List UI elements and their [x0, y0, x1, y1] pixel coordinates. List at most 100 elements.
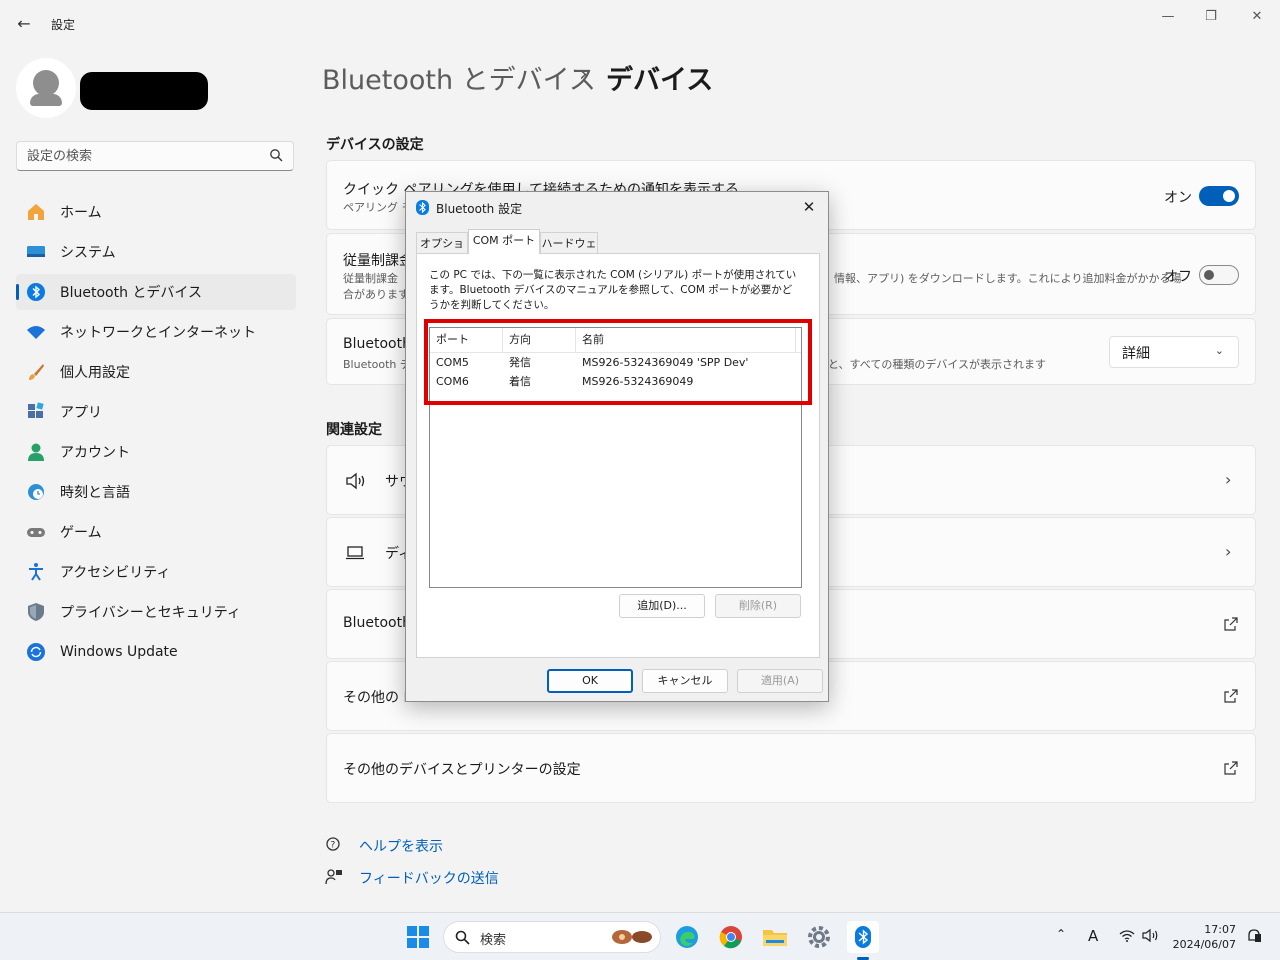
sidebar-item-windows-update[interactable]: Windows Update [16, 634, 296, 670]
home-icon [26, 202, 46, 222]
taskbar-search[interactable]: 検索 [443, 921, 661, 953]
redacted-user-name [80, 72, 208, 110]
gamepad-icon [26, 522, 46, 542]
clock-globe-icon [26, 482, 46, 502]
chrome-icon[interactable] [715, 921, 747, 953]
search-highlight-icon [612, 930, 652, 944]
feedback-icon [325, 869, 342, 885]
bluetooth-icon [416, 200, 429, 215]
notification-icon[interactable] [1246, 928, 1262, 944]
sidebar-item-system[interactable]: システム [16, 234, 296, 270]
remove-port-button[interactable]: 削除(R) [715, 594, 801, 618]
metered-description-line1: 従量制課金 [343, 272, 398, 285]
search-icon [270, 149, 283, 162]
cancel-button[interactable]: キャンセル [642, 669, 728, 693]
clock-time: 17:07 [1204, 923, 1236, 936]
laptop-icon [346, 546, 364, 560]
dialog-title: Bluetooth 設定 [436, 202, 523, 216]
sidebar-item-time-language[interactable]: 時刻と言語 [16, 474, 296, 510]
sidebar-item-privacy[interactable]: プライバシーとセキュリティ [16, 594, 296, 630]
quick-pairing-toggle[interactable] [1199, 186, 1239, 206]
settings-search-box[interactable] [16, 141, 294, 171]
toggle-knob [1204, 270, 1214, 280]
minimize-icon[interactable]: — [1154, 8, 1182, 26]
sidebar-item-accounts[interactable]: アカウント [16, 434, 296, 470]
apply-button[interactable]: 適用(A) [737, 669, 823, 693]
open-external-icon [1224, 617, 1238, 631]
bluetooth-discovery-description: Bluetooth デ [343, 358, 411, 371]
bluetooth-icon [26, 282, 46, 302]
update-icon [26, 642, 46, 662]
svg-text:?: ? [331, 841, 336, 851]
file-explorer-icon[interactable] [759, 921, 791, 953]
chevron-down-icon: ⌄ [1214, 344, 1224, 357]
avatar-body-icon [30, 94, 62, 106]
breadcrumb-parent[interactable]: Bluetooth とデバイス [322, 58, 596, 97]
discovery-dropdown[interactable]: 詳細 ⌄ [1109, 336, 1239, 368]
brush-icon [26, 362, 46, 382]
open-external-icon [1224, 761, 1238, 775]
edge-icon[interactable] [671, 921, 703, 953]
metered-toggle[interactable] [1199, 265, 1239, 285]
start-windows-icon[interactable] [402, 921, 434, 953]
help-link[interactable]: ヘルプを表示 [359, 836, 443, 856]
avatar-head-icon [33, 70, 59, 96]
page-title: デバイス [606, 65, 714, 96]
sidebar-item-apps[interactable]: アプリ [16, 394, 296, 430]
chevron-right-icon: › [1225, 470, 1232, 489]
related-item-devices-printers-label: その他のデバイスとプリンターの設定 [343, 762, 581, 778]
sidebar-item-bluetooth[interactable]: Bluetooth とデバイス [16, 274, 296, 310]
bluetooth-discovery-description-right: と、すべての種類のデバイスが表示されます [828, 358, 1047, 371]
quick-pairing-toggle-label: オン [1164, 190, 1192, 206]
clock-date: 2024/06/07 [1172, 938, 1236, 951]
add-port-button[interactable]: 追加(D)... [619, 594, 705, 618]
sidebar-item-gaming[interactable]: ゲーム [16, 514, 296, 550]
wifi-icon[interactable] [1119, 929, 1135, 942]
ime-indicator[interactable]: A [1088, 927, 1098, 945]
system-icon [26, 242, 46, 262]
settings-gear-icon[interactable] [803, 921, 835, 953]
tab-options[interactable]: オプション [416, 232, 468, 271]
device-settings-heading: デバイスの設定 [326, 137, 424, 153]
wifi-icon [26, 322, 46, 342]
com-ports-description: この PC では、下の一覧に表示された COM (シリアル) ポートが使用されて… [429, 269, 797, 311]
ok-button[interactable]: OK [547, 669, 633, 693]
restore-icon[interactable]: ❐ [1197, 8, 1225, 26]
search-icon [455, 930, 470, 945]
volume-icon[interactable] [1142, 928, 1160, 943]
toggle-knob [1223, 190, 1235, 202]
highlight-box [424, 319, 812, 405]
chevron-up-icon[interactable]: ⌃ [1056, 927, 1066, 941]
close-icon[interactable]: ✕ [1243, 8, 1271, 26]
bluetooth-discovery-title: Bluetooth [343, 336, 411, 352]
title-bar: ← 設定 — ❐ ✕ [0, 0, 1280, 48]
sidebar-item-home[interactable]: ホーム [16, 194, 296, 230]
bluetooth-settings-dialog: Bluetooth 設定 ✕ オプション COM ポート ハードウェア この P… [405, 191, 829, 702]
clock[interactable]: 17:07 2024/06/07 [1173, 922, 1236, 952]
help-icon: ? [326, 837, 340, 851]
metered-description-line2: 合があります [343, 288, 409, 301]
metered-description-right: 情報、アプリ) をダウンロードします。これにより追加料金がかかる場 [834, 272, 1182, 285]
breadcrumb-separator: › [579, 62, 588, 87]
speaker-icon [346, 472, 365, 490]
shield-icon [26, 602, 46, 622]
settings-search-input[interactable] [17, 142, 267, 170]
bluetooth-settings-taskbar-icon[interactable] [847, 921, 879, 953]
metered-toggle-label: オフ [1164, 269, 1192, 285]
feedback-link[interactable]: フィードバックの送信 [359, 868, 499, 888]
related-item-devices-printers[interactable]: その他のデバイスとプリンターの設定 [326, 733, 1256, 803]
account-icon [26, 442, 46, 462]
tab-com-ports[interactable]: COM ポート [468, 229, 540, 254]
dialog-close-icon[interactable]: ✕ [798, 196, 820, 218]
com-ports-panel: この PC では、下の一覧に表示された COM (シリアル) ポートが使用されて… [416, 253, 820, 658]
sidebar-item-accessibility[interactable]: アクセシビリティ [16, 554, 296, 590]
related-settings-heading: 関連設定 [326, 422, 382, 438]
sidebar-item-personalization[interactable]: 個人用設定 [16, 354, 296, 390]
dropdown-value: 詳細 [1122, 346, 1150, 362]
app-title: 設定 [51, 18, 76, 32]
tab-hardware[interactable]: ハードウェア [540, 232, 598, 271]
sidebar-item-network[interactable]: ネットワークとインターネット [16, 314, 296, 350]
back-arrow-icon[interactable]: ← [14, 14, 34, 34]
accessibility-icon [26, 562, 46, 582]
open-external-icon [1224, 689, 1238, 703]
